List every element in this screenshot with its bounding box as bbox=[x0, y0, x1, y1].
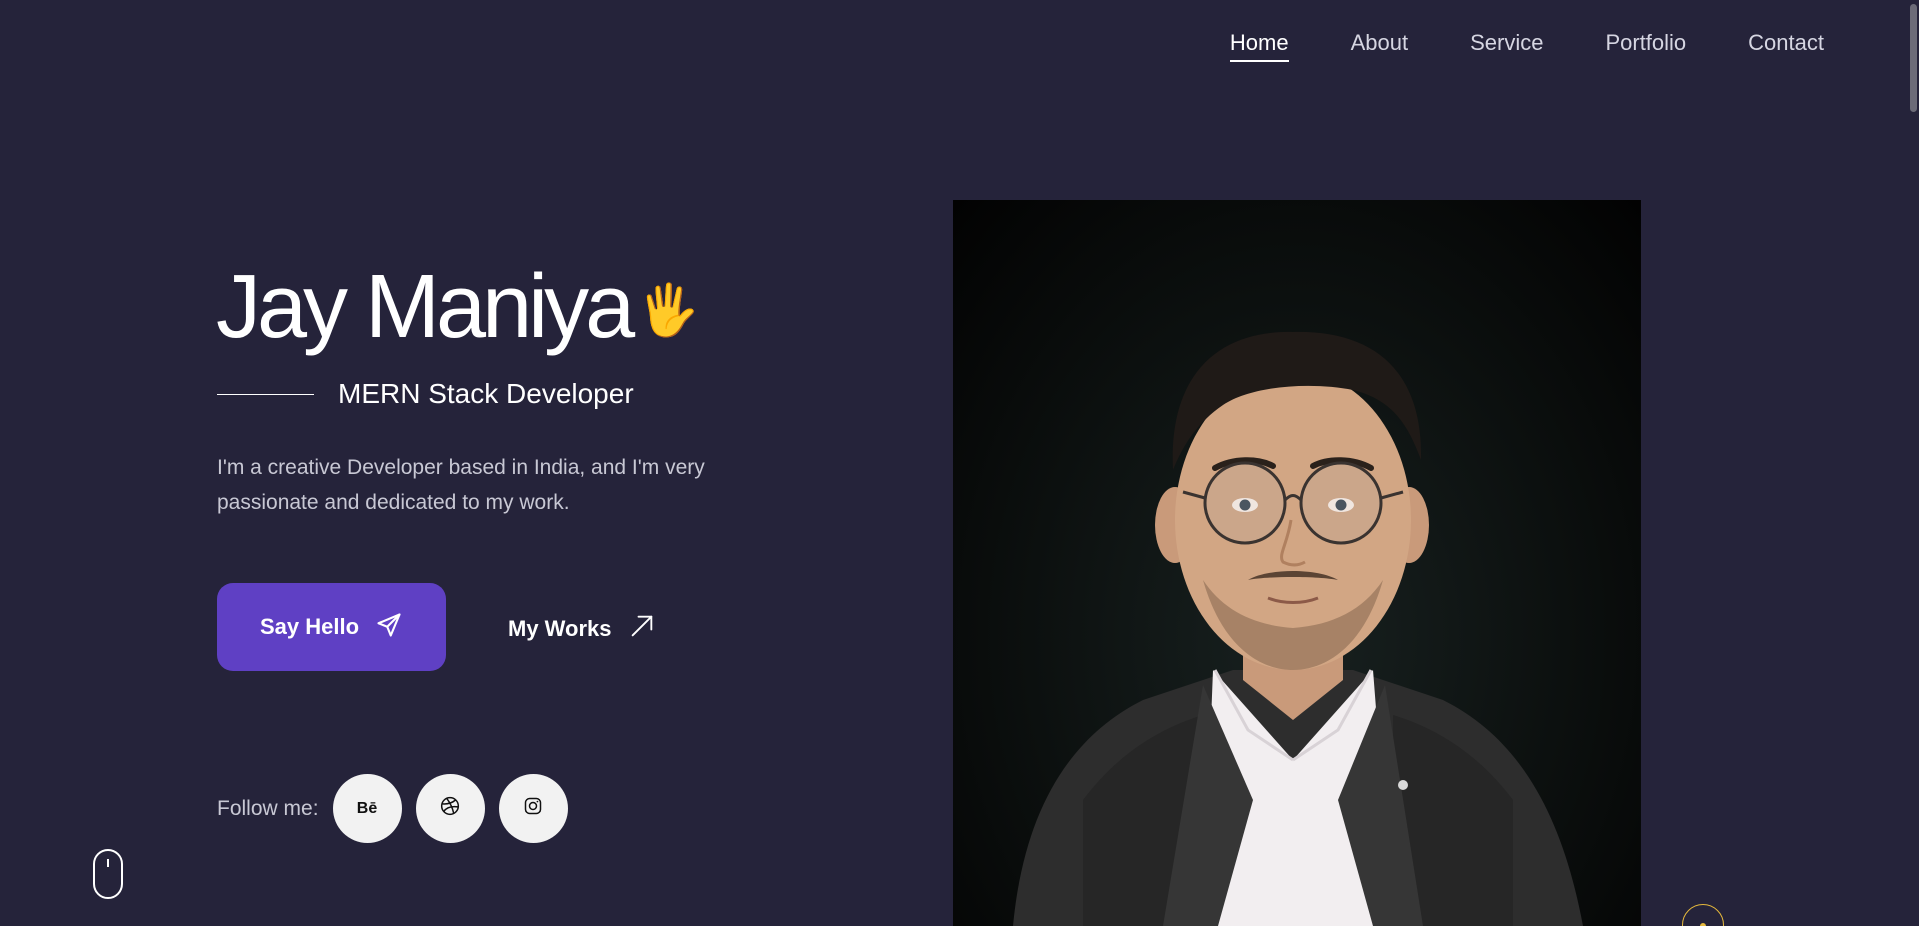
my-works-button[interactable]: My Works bbox=[508, 612, 656, 645]
scroll-down-mouse-icon[interactable] bbox=[92, 848, 124, 905]
nav-contact-link[interactable]: Contact bbox=[1748, 30, 1824, 62]
nav-portfolio-link[interactable]: Portfolio bbox=[1605, 30, 1686, 62]
hero-name-heading: Jay Maniya bbox=[216, 257, 635, 357]
instagram-button[interactable] bbox=[498, 774, 568, 843]
profile-photo bbox=[953, 200, 1641, 926]
main-nav: Home About Service Portfolio Contact bbox=[1229, 30, 1824, 62]
hero-subtitle-row: MERN Stack Developer bbox=[217, 378, 634, 410]
dribbble-button[interactable] bbox=[415, 774, 485, 843]
behance-icon: Bē bbox=[356, 799, 378, 817]
arrow-up-right-icon bbox=[628, 612, 656, 645]
paper-plane-icon bbox=[375, 611, 403, 644]
instagram-icon bbox=[523, 796, 543, 821]
nav-service-link[interactable]: Service bbox=[1470, 30, 1543, 62]
subtitle-divider bbox=[217, 393, 314, 395]
scroll-to-top-button[interactable] bbox=[1682, 904, 1724, 926]
page-scrollbar[interactable] bbox=[1907, 0, 1919, 926]
follow-me-row: Follow me: Bē bbox=[217, 774, 568, 843]
nav-about-link[interactable]: About bbox=[1351, 30, 1409, 62]
profile-photo-illustration bbox=[1013, 331, 1583, 926]
my-works-label: My Works bbox=[508, 615, 612, 641]
hero-subtitle: MERN Stack Developer bbox=[338, 378, 634, 409]
say-hello-button[interactable]: Say Hello bbox=[217, 583, 446, 671]
hero-title: Jay Maniya 🖐 bbox=[216, 262, 699, 352]
follow-me-label: Follow me: bbox=[217, 796, 319, 820]
nav-home-link[interactable]: Home bbox=[1229, 30, 1289, 62]
scrollbar-thumb[interactable] bbox=[1910, 4, 1917, 112]
dribbble-icon bbox=[440, 796, 460, 821]
behance-button[interactable]: Bē bbox=[332, 774, 402, 843]
hero-intro-text: I'm a creative Developer based in India,… bbox=[217, 456, 705, 514]
page: Home About Service Portfolio Contact Jay… bbox=[0, 0, 1919, 926]
say-hello-label: Say Hello bbox=[259, 614, 360, 639]
waving-hand-icon: 🖐 bbox=[637, 282, 700, 338]
